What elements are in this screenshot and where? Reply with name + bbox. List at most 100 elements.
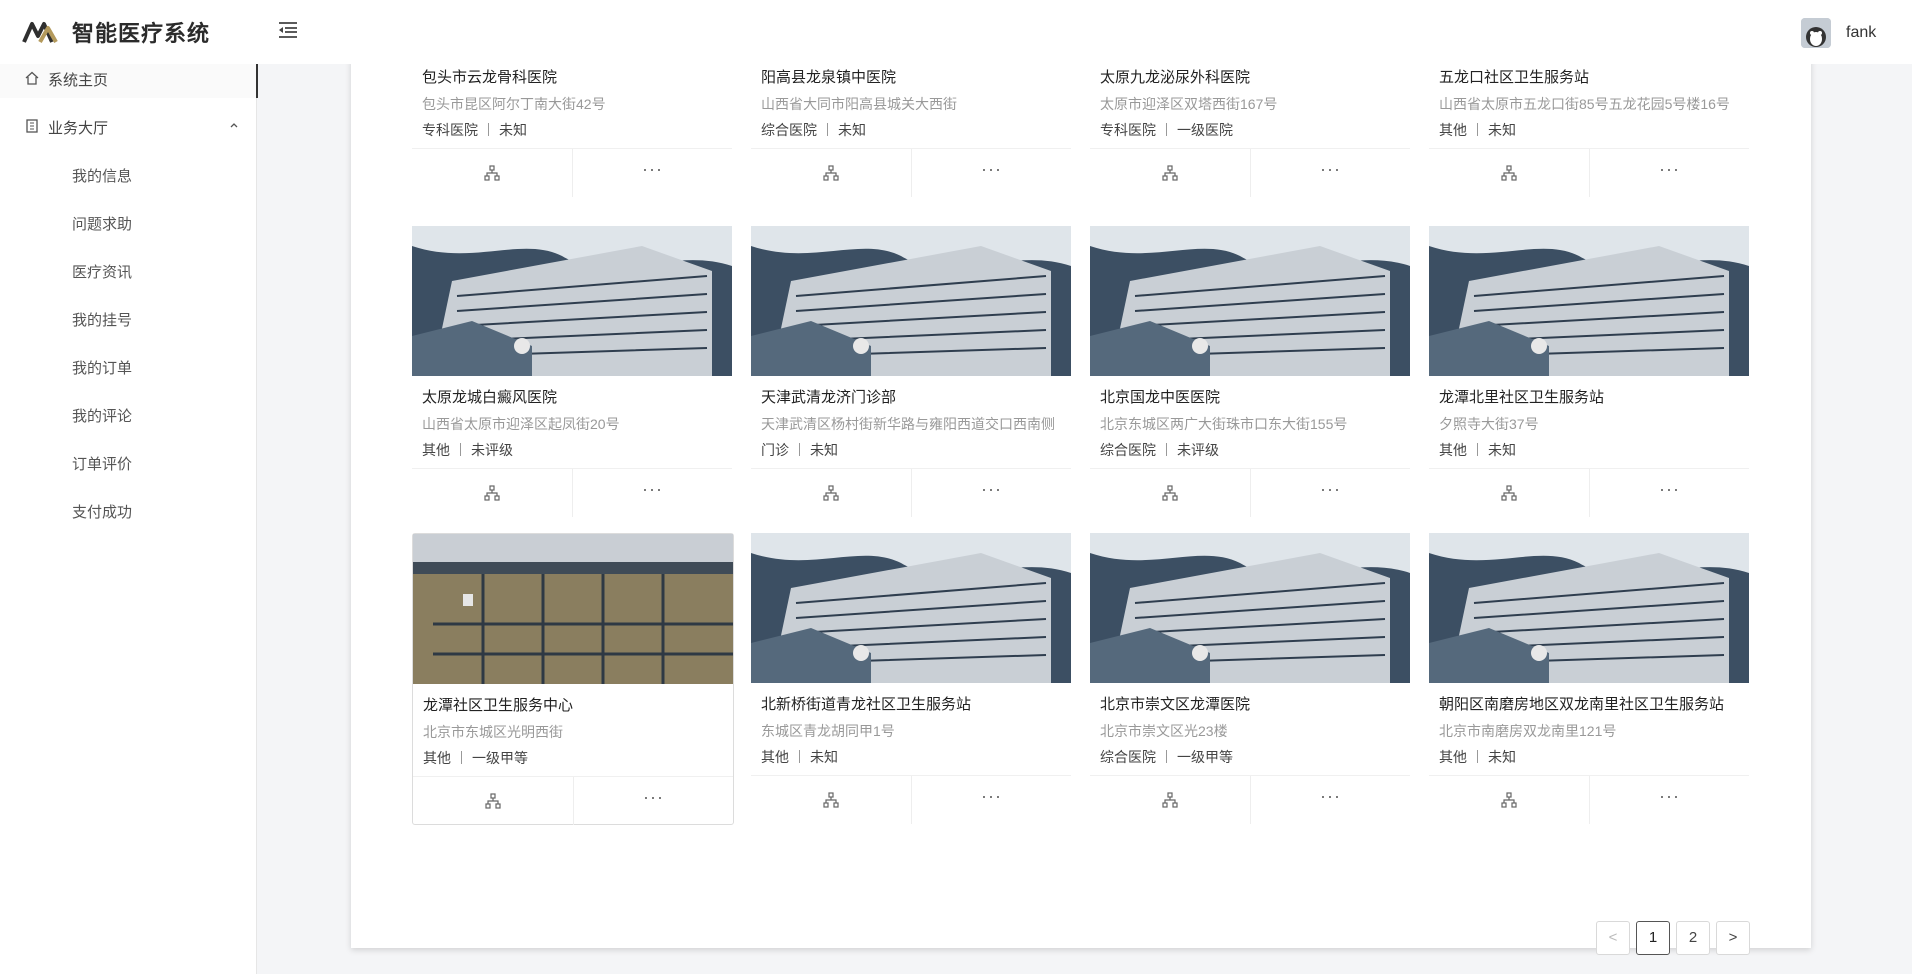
department-tree-button[interactable] <box>1090 149 1251 197</box>
hospital-photo <box>1429 533 1749 683</box>
main-panel: < 1 2 > 包头市云龙骨科医院 包头市昆区阿尔丁南大街42号 专科医院 未知 ···… <box>351 0 1811 955</box>
hospital-card[interactable]: 龙潭社区卫生服务中心 北京市东城区光明西街 其他 一级甲等 ··· <box>412 533 734 825</box>
more-button[interactable]: ··· <box>911 469 1071 517</box>
department-tree-button[interactable] <box>1090 776 1251 824</box>
hospital-card[interactable]: 天津武清龙济门诊部 天津武清区杨村街新华路与雍阳西道交口西南侧 门诊 未知 ··· <box>751 226 1071 517</box>
hospital-type: 其他 <box>761 749 789 765</box>
department-tree-button[interactable] <box>413 777 574 825</box>
sidebar-item-label: 系统主页 <box>48 72 109 89</box>
more-button[interactable]: ··· <box>1589 776 1749 824</box>
card-image <box>1090 226 1410 376</box>
department-tree-button[interactable] <box>751 149 912 197</box>
sitemap-icon <box>823 165 839 181</box>
hospital-name: 太原九龙泌尿外科医院 <box>1100 69 1251 86</box>
meta-divider <box>799 750 800 763</box>
more-button[interactable]: ··· <box>1589 149 1749 197</box>
sitemap-icon <box>485 793 501 809</box>
sitemap-icon <box>823 485 839 501</box>
hospital-type: 专科医院 <box>1100 122 1156 138</box>
ellipsis-icon: ··· <box>1320 479 1341 499</box>
hospital-card[interactable]: 北新桥街道青龙社区卫生服务站 东城区青龙胡同甲1号 其他 未知 ··· <box>751 533 1071 824</box>
sitemap-icon <box>1162 792 1178 808</box>
hospital-address: 天津武清区杨村街新华路与雍阳西道交口西南侧 <box>761 416 1055 432</box>
hospital-level: 未评级 <box>1177 442 1219 458</box>
more-button[interactable]: ··· <box>1250 469 1410 517</box>
sidebar-item-help[interactable]: 问题求助 <box>0 202 256 242</box>
hospital-meta: 门诊 未知 <box>761 440 838 460</box>
hospital-card[interactable]: 北京国龙中医医院 北京东城区两广大街珠市口东大街155号 综合医院 未评级 ··· <box>1090 226 1410 517</box>
top-header: 智能医疗系统 fank <box>0 0 1912 64</box>
hospital-name: 太原龙城白癜风医院 <box>422 389 558 406</box>
hospital-name: 北京国龙中医医院 <box>1100 389 1221 406</box>
department-tree-button[interactable] <box>412 469 573 517</box>
hospital-level: 未知 <box>1488 122 1516 138</box>
card-image <box>751 226 1071 376</box>
more-button[interactable]: ··· <box>911 776 1071 824</box>
hospital-level: 一级甲等 <box>1177 749 1233 765</box>
meta-divider <box>1166 443 1167 456</box>
hospital-type: 其他 <box>1439 749 1467 765</box>
chevron-up-icon <box>230 123 238 128</box>
pagination-page-2[interactable]: 2 <box>1676 921 1710 955</box>
hospital-name: 阳高县龙泉镇中医院 <box>761 69 897 86</box>
more-button[interactable]: ··· <box>1250 776 1410 824</box>
hospital-address: 东城区青龙胡同甲1号 <box>761 723 895 739</box>
hospital-card[interactable]: 朝阳区南磨房地区双龙南里社区卫生服务站 北京市南磨房双龙南里121号 其他 未知 ··· <box>1429 533 1749 824</box>
sidebar-item-registrations[interactable]: 我的挂号 <box>0 298 256 338</box>
hospital-meta: 其他 一级甲等 <box>423 748 528 768</box>
hospital-card[interactable]: 龙潭北里社区卫生服务站 夕照寺大街37号 其他 未知 ··· <box>1429 226 1749 517</box>
hospital-meta: 其他 未评级 <box>422 440 513 460</box>
hospital-level: 未知 <box>499 122 527 138</box>
avatar[interactable] <box>1801 18 1831 48</box>
hospital-type: 其他 <box>1439 442 1467 458</box>
more-button[interactable]: ··· <box>572 149 732 197</box>
hospital-type: 其他 <box>422 442 450 458</box>
hospital-name: 北新桥街道青龙社区卫生服务站 <box>761 696 972 713</box>
card-actions: ··· <box>751 148 1071 197</box>
sitemap-icon <box>1162 165 1178 181</box>
card-actions: ··· <box>1090 148 1410 197</box>
hospital-level: 未知 <box>810 749 838 765</box>
hospital-address: 山西省大同市阳高县城关大西街 <box>761 96 957 112</box>
pagination-next-button[interactable]: > <box>1716 921 1750 955</box>
sidebar-item-hall[interactable]: 业务大厅 <box>0 106 256 146</box>
department-tree-button[interactable] <box>412 149 573 197</box>
department-tree-button[interactable] <box>751 776 912 824</box>
user-avatar-icon <box>1801 18 1831 48</box>
username[interactable]: fank <box>1846 24 1876 42</box>
department-tree-button[interactable] <box>1090 469 1251 517</box>
hospital-type: 其他 <box>1439 122 1467 138</box>
sidebar-item-comments[interactable]: 我的评论 <box>0 394 256 434</box>
hospital-meta: 专科医院 一级医院 <box>1100 120 1233 140</box>
ellipsis-icon: ··· <box>642 479 663 499</box>
hospital-meta: 其他 未知 <box>1439 440 1516 460</box>
collapse-sidebar-icon[interactable] <box>276 18 300 42</box>
hospital-card[interactable]: 太原龙城白癜风医院 山西省太原市迎泽区起凤街20号 其他 未评级 ··· <box>412 226 732 517</box>
department-tree-button[interactable] <box>1429 469 1590 517</box>
hospital-meta: 综合医院 一级甲等 <box>1100 747 1233 767</box>
department-tree-button[interactable] <box>1429 149 1590 197</box>
sidebar-item-order-review[interactable]: 订单评价 <box>0 442 256 482</box>
department-tree-button[interactable] <box>751 469 912 517</box>
sidebar-item-payment-success[interactable]: 支付成功 <box>0 490 256 530</box>
hospital-name: 龙潭北里社区卫生服务站 <box>1439 389 1605 406</box>
more-button[interactable]: ··· <box>1250 149 1410 197</box>
pagination-prev-button[interactable]: < <box>1596 921 1630 955</box>
hospital-level: 未知 <box>810 442 838 458</box>
sidebar-item-home[interactable]: 系统主页 <box>0 58 258 98</box>
sidebar-item-orders[interactable]: 我的订单 <box>0 346 256 386</box>
more-button[interactable]: ··· <box>911 149 1071 197</box>
meta-divider <box>1166 123 1167 136</box>
department-tree-button[interactable] <box>1429 776 1590 824</box>
more-button[interactable]: ··· <box>1589 469 1749 517</box>
app-title: 智能医疗系统 <box>72 21 211 46</box>
hospital-address: 山西省太原市五龙口街85号五龙花园5号楼16号 <box>1439 96 1730 112</box>
more-button[interactable]: ··· <box>573 777 733 825</box>
more-button[interactable]: ··· <box>572 469 732 517</box>
hospital-card[interactable]: 北京市崇文区龙潭医院 北京市崇文区光23楼 综合医院 一级甲等 ··· <box>1090 533 1410 824</box>
pagination-page-1[interactable]: 1 <box>1636 921 1670 955</box>
sidebar-item-my-info[interactable]: 我的信息 <box>0 154 256 194</box>
sidebar-item-news[interactable]: 医疗资讯 <box>0 250 256 290</box>
ellipsis-icon: ··· <box>981 159 1002 179</box>
hospital-meta: 综合医院 未知 <box>761 120 866 140</box>
